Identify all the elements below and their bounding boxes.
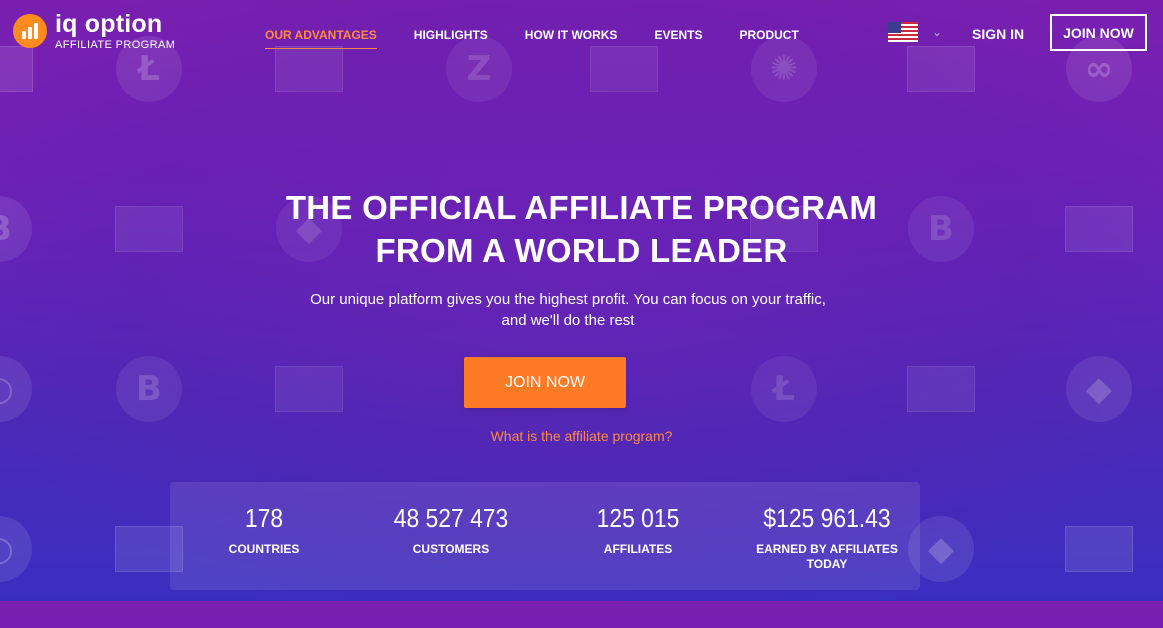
sign-in-link[interactable]: SIGN IN (972, 26, 1024, 42)
nav-item-our-advantages[interactable]: OUR ADVANTAGES (265, 28, 377, 49)
language-selector[interactable]: ⌄ (888, 22, 942, 42)
chevron-down-icon: ⌄ (932, 25, 943, 39)
logo-bars-icon (13, 14, 47, 48)
stat-customers: 48 527 473 CUSTOMERS (376, 482, 526, 557)
nav-item-product[interactable]: PRODUCT (739, 28, 798, 49)
stat-value: 125 015 (596, 503, 680, 533)
stat-label: AFFILIATES (603, 542, 673, 556)
stats-panel: 178 COUNTRIES 48 527 473 CUSTOMERS 125 0… (170, 482, 920, 590)
main-nav: OUR ADVANTAGES HIGHLIGHTS HOW IT WORKS E… (265, 28, 836, 49)
brand-subtitle: AFFILIATE PROGRAM (55, 39, 176, 51)
logo-text: iq option AFFILIATE PROGRAM (55, 12, 175, 51)
hero-title-line1: THE OFFICIAL AFFILIATE PROGRAM (285, 189, 878, 226)
nav-item-how-it-works[interactable]: HOW IT WORKS (525, 28, 618, 49)
hero-subtitle-line1: Our unique platform gives you the highes… (310, 291, 826, 308)
stat-label: COUNTRIES (228, 542, 300, 556)
nav-item-events[interactable]: EVENTS (654, 28, 702, 49)
stat-affiliates: 125 015 AFFILIATES (568, 482, 708, 557)
stat-earned-today: $125 961.43 EARNED BY AFFILIATES TODAY (747, 482, 907, 572)
stat-value: $125 961.43 (763, 503, 891, 533)
logo[interactable]: iq option AFFILIATE PROGRAM (13, 12, 175, 51)
stat-value: 48 527 473 (393, 503, 509, 533)
stat-value: 178 (244, 503, 284, 533)
nav-item-highlights[interactable]: HIGHLIGHTS (414, 28, 488, 49)
header: iq option AFFILIATE PROGRAM OUR ADVANTAG… (0, 0, 1163, 70)
hero-subtitle-line2: and we'll do the rest (501, 312, 635, 329)
stat-label: CUSTOMERS (412, 542, 490, 556)
join-now-header-button[interactable]: JOIN NOW (1050, 14, 1147, 51)
join-now-cta-button[interactable]: JOIN NOW (464, 357, 626, 408)
us-flag-icon (888, 22, 918, 42)
brand-name: iq option (55, 10, 163, 38)
hero-title: THE OFFICIAL AFFILIATE PROGRAM FROM A WO… (0, 186, 1163, 272)
hero-title-line2: FROM A WORLD LEADER (375, 232, 788, 269)
affiliate-program-info-link[interactable]: What is the affiliate program? (0, 428, 1163, 444)
stat-label: EARNED BY AFFILIATES TODAY (756, 542, 898, 571)
hero-subtitle: Our unique platform gives you the highes… (0, 289, 1163, 331)
stat-countries: 178 COUNTRIES (195, 482, 333, 557)
